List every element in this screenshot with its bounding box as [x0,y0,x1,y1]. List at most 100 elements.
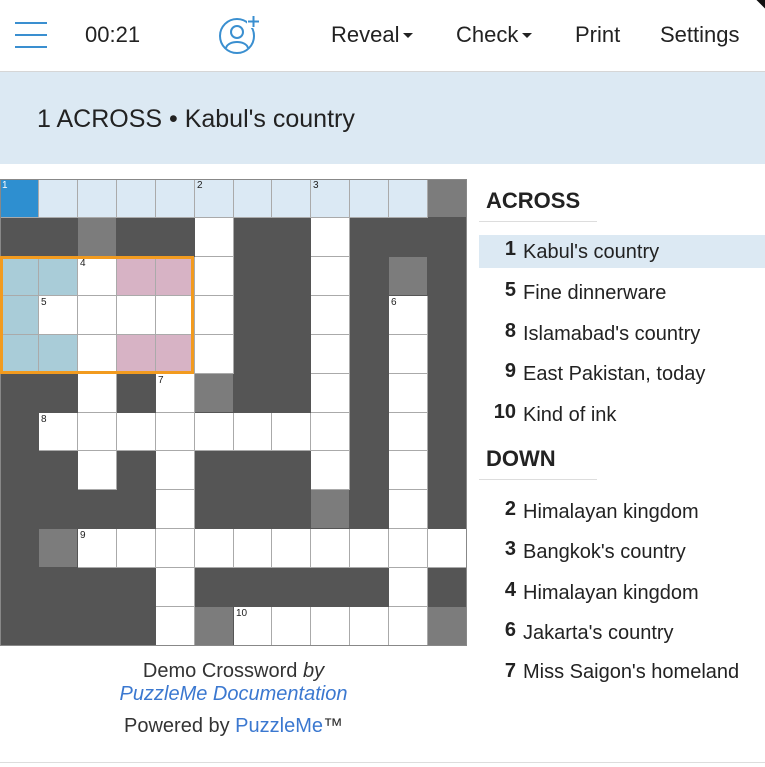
grid-cell[interactable] [195,529,234,568]
grid-cell[interactable]: 3 [311,179,350,218]
menu-icon[interactable] [15,22,47,48]
grid-cell[interactable] [156,451,195,490]
grid-cell[interactable] [0,257,39,296]
grid-cell[interactable] [389,335,428,374]
grid-cell[interactable] [389,451,428,490]
grid-cell[interactable] [117,296,156,335]
author-link[interactable]: PuzzleMe Documentation [0,683,467,706]
grid-cell[interactable] [389,179,428,218]
grid-cell[interactable] [389,568,428,607]
grid-cell[interactable] [78,451,117,490]
grid-cell[interactable] [350,179,389,218]
grid-cell[interactable] [156,490,195,529]
grid-cell[interactable]: 4 [78,257,117,296]
grid-cell[interactable]: 6 [389,296,428,335]
grid-cell[interactable] [389,529,428,568]
grid-cell [428,568,467,607]
grid-cell[interactable]: 9 [78,529,117,568]
grid-cell [234,490,272,529]
cell-number: 9 [80,530,86,541]
grid-cell[interactable] [272,413,311,451]
settings-button[interactable]: Settings [660,22,740,48]
grid-cell[interactable] [156,413,195,451]
grid-cell[interactable] [389,374,428,413]
grid-cell[interactable] [234,529,272,568]
grid-cell[interactable] [195,218,234,257]
grid-cell[interactable] [39,179,78,218]
grid-cell[interactable] [156,607,195,646]
grid-cell[interactable] [234,179,272,218]
add-player-icon[interactable] [218,15,260,55]
cell-number: 6 [391,297,397,308]
grid-cell[interactable] [311,413,350,451]
check-menu-button[interactable]: Check [456,22,533,48]
grid-cell[interactable]: 7 [156,374,195,413]
grid-cell[interactable] [311,257,350,296]
grid-cell[interactable] [39,257,78,296]
grid-cell[interactable] [117,179,156,218]
grid-cell[interactable]: 1 [0,179,39,218]
grid-cell[interactable] [311,218,350,257]
grid-cell[interactable] [272,179,311,218]
grid-cell[interactable] [195,257,234,296]
grid-cell[interactable]: 2 [195,179,234,218]
grid-cell [117,374,156,413]
grid-cell[interactable] [78,413,117,451]
grid-cell[interactable] [39,335,78,374]
grid-cell[interactable] [389,490,428,529]
reveal-label: Reveal [331,22,400,47]
grid-cell [272,296,311,335]
grid-cell[interactable] [428,529,467,568]
grid-cell[interactable] [78,296,117,335]
grid-cell[interactable]: 8 [39,413,78,451]
clue-down-6[interactable]: 6 Jakarta's country [479,616,765,649]
grid-cell[interactable] [389,413,428,451]
grid-cell[interactable] [272,607,311,646]
clue-across-5[interactable]: 5 Fine dinnerware [479,276,765,309]
grid-cell[interactable] [311,451,350,490]
clue-across-9[interactable]: 9 East Pakistan, today [479,357,765,390]
grid-cell[interactable] [156,529,195,568]
grid-cell[interactable] [234,413,272,451]
grid-cell[interactable] [117,413,156,451]
clue-across-1[interactable]: 1 Kabul's country [479,235,765,268]
puzzleme-link[interactable]: PuzzleMe [235,715,323,737]
clue-across-8[interactable]: 8 Islamabad's country [479,317,765,350]
grid-cell[interactable] [0,335,39,374]
grid-cell[interactable] [311,607,350,646]
grid-cell[interactable] [350,607,389,646]
grid-cell[interactable] [117,257,156,296]
grid-cell[interactable] [156,257,195,296]
grid-cell[interactable] [117,529,156,568]
grid-cell[interactable] [389,607,428,646]
grid-cell[interactable] [78,179,117,218]
grid-cell[interactable] [195,335,234,374]
print-button[interactable]: Print [575,22,620,48]
grid-cell[interactable] [311,296,350,335]
clue-down-4[interactable]: 4 Himalayan kingdom [479,576,765,609]
grid-cell[interactable]: 10 [234,607,272,646]
grid-cell[interactable] [195,413,234,451]
grid-cell[interactable] [311,529,350,568]
grid-cell[interactable] [117,335,156,374]
grid-cell[interactable] [311,374,350,413]
grid-cell[interactable] [0,296,39,335]
reveal-menu-button[interactable]: Reveal [331,22,414,48]
grid-cell [234,451,272,490]
grid-cell[interactable] [78,335,117,374]
grid-cell[interactable] [311,335,350,374]
grid-cell[interactable] [156,296,195,335]
grid-cell [0,568,39,607]
clue-down-3[interactable]: 3 Bangkok's country [479,535,765,568]
grid-cell[interactable] [78,374,117,413]
clue-down-7[interactable]: 7 Miss Saigon's homeland [479,657,765,721]
grid-cell[interactable] [195,296,234,335]
grid-cell[interactable] [272,529,311,568]
clue-down-2[interactable]: 2 Himalayan kingdom [479,495,765,528]
grid-cell[interactable] [350,529,389,568]
clue-across-10[interactable]: 10 Kind of ink [479,398,765,431]
grid-cell[interactable] [156,179,195,218]
grid-cell[interactable] [156,568,195,607]
grid-cell[interactable]: 5 [39,296,78,335]
grid-cell[interactable] [156,335,195,374]
